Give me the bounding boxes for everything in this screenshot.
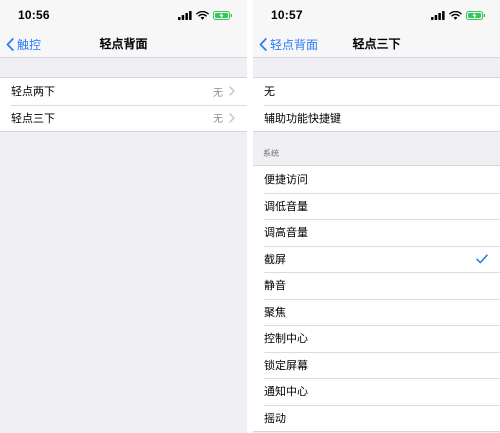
option-label: 辅助功能快捷键	[264, 111, 341, 125]
navigation-bar: 触控 轻点背面	[0, 30, 247, 58]
section-header-system: 系统	[253, 132, 500, 165]
option-notification-center[interactable]: 通知中心	[253, 378, 500, 405]
status-bar: 10:56	[0, 0, 247, 30]
option-accessibility-shortcut[interactable]: 辅助功能快捷键	[253, 104, 500, 131]
option-lock-screen[interactable]: 锁定屏幕	[253, 351, 500, 378]
option-label: 截屏	[264, 252, 286, 266]
option-label: 静音	[264, 279, 286, 293]
option-label: 聚焦	[264, 305, 286, 319]
left-screen: 10:56 触控 轻点背面 轻点两下 无 轻点三下 无	[0, 0, 247, 433]
status-icons	[178, 10, 233, 20]
battery-charging-icon	[466, 10, 485, 20]
checkmark-icon	[476, 254, 488, 264]
general-actions-list: 无 辅助功能快捷键	[253, 77, 500, 132]
chevron-right-icon	[229, 113, 235, 123]
wifi-icon	[196, 10, 209, 20]
signal-icon	[178, 10, 192, 20]
back-button[interactable]: 触控	[6, 30, 41, 58]
option-volume-up[interactable]: 调高音量	[253, 219, 500, 246]
option-label: 便捷访问	[264, 173, 308, 187]
option-label: 调高音量	[264, 226, 308, 240]
option-control-center[interactable]: 控制中心	[253, 325, 500, 352]
back-button[interactable]: 轻点背面	[259, 30, 318, 58]
system-actions-list: 便捷访问 调低音量 调高音量 截屏 静音 聚焦 控制中心 锁定屏幕 通知中心 摇…	[253, 165, 500, 432]
option-focus[interactable]: 聚焦	[253, 298, 500, 325]
back-tap-options-list: 轻点两下 无 轻点三下 无	[0, 77, 247, 132]
right-screen: 10:57 轻点背面 轻点三下 无 辅助功能快捷键 系统 便捷访问 调低音量 调…	[253, 0, 500, 433]
option-label: 调低音量	[264, 199, 308, 213]
back-label: 触控	[17, 37, 42, 52]
status-time: 10:56	[18, 8, 50, 22]
option-label: 摇动	[264, 411, 286, 425]
row-label: 轻点三下	[11, 111, 55, 125]
section-gap	[0, 58, 247, 77]
double-tap-row[interactable]: 轻点两下 无	[0, 78, 247, 105]
option-screenshot[interactable]: 截屏	[253, 245, 500, 272]
row-value: 无	[213, 87, 223, 99]
option-label: 无	[264, 85, 275, 99]
status-bar: 10:57	[253, 0, 500, 30]
chevron-right-icon	[229, 86, 235, 96]
chevron-left-icon	[6, 37, 14, 51]
section-gap	[253, 58, 500, 77]
battery-charging-icon	[213, 10, 232, 20]
back-label: 轻点背面	[270, 37, 319, 52]
option-none[interactable]: 无	[253, 78, 500, 105]
option-reachability[interactable]: 便捷访问	[253, 166, 500, 193]
row-label: 轻点两下	[11, 85, 55, 99]
option-label: 锁定屏幕	[264, 358, 308, 372]
signal-icon	[431, 10, 445, 20]
option-shake[interactable]: 摇动	[253, 404, 500, 431]
status-time: 10:57	[271, 8, 303, 22]
chevron-left-icon	[259, 37, 267, 51]
option-label: 控制中心	[264, 332, 308, 346]
option-mute[interactable]: 静音	[253, 272, 500, 299]
status-icons	[431, 10, 486, 20]
triple-tap-row[interactable]: 轻点三下 无	[0, 104, 247, 131]
navigation-bar: 轻点背面 轻点三下	[253, 30, 500, 58]
row-value: 无	[213, 114, 223, 126]
wifi-icon	[449, 10, 462, 20]
option-label: 通知中心	[264, 385, 308, 399]
option-volume-down[interactable]: 调低音量	[253, 192, 500, 219]
